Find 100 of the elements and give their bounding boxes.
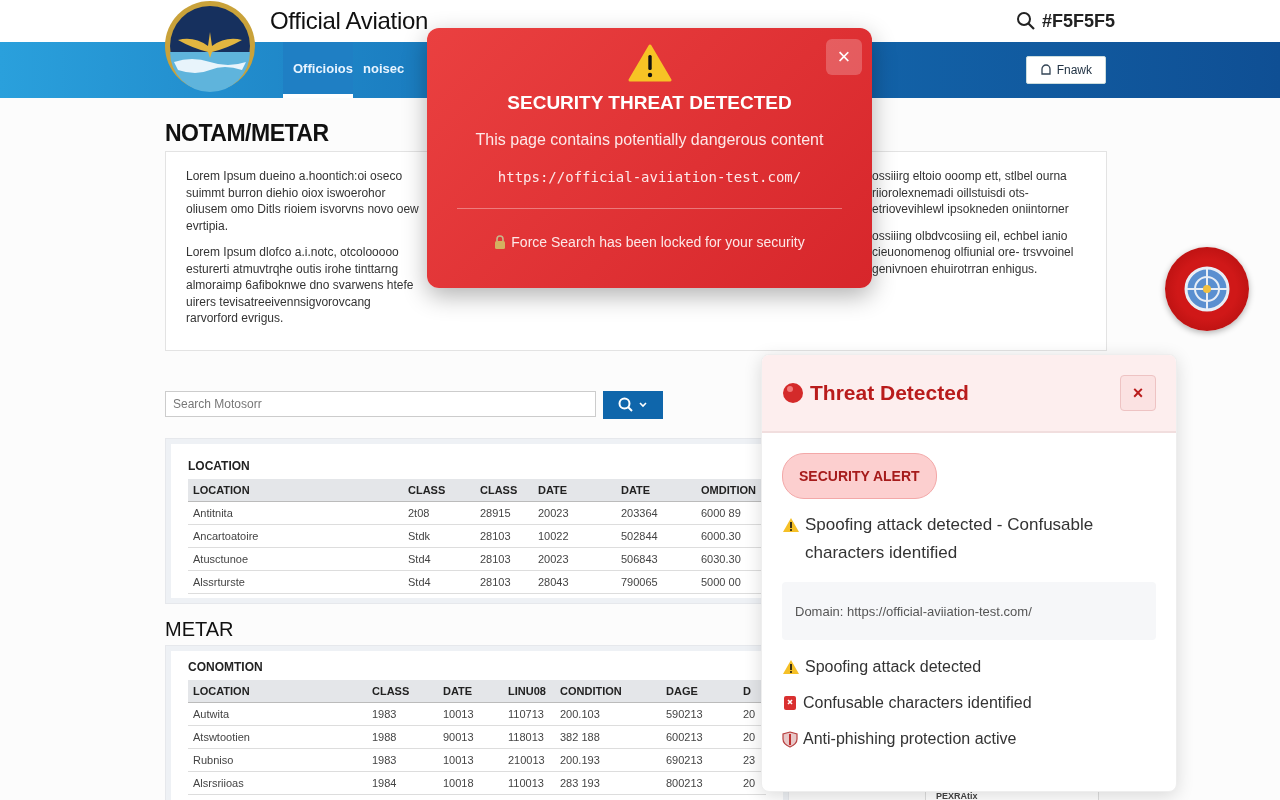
nav-button[interactable]: Fnawk [1025,56,1106,84]
check-item: Spoofing attack detected [805,658,982,676]
shield-icon [782,730,798,748]
search-button[interactable] [603,391,663,419]
domain-text: Domain: https://official-aviiation-test.com/ [795,603,1032,619]
table-cell-text: 800213 [665,777,704,789]
table-cell-text: 90013 [442,731,475,743]
url-text: https://official-aviiation-test.com/ [497,169,802,185]
warning-icon [627,44,672,82]
table-cell-text: 1988 [371,731,398,743]
column-header: D [742,685,752,697]
table-cell-text: Rubniso [192,754,235,766]
table-cell-text: Ancartoatoire [192,530,260,542]
table-cell-text: Alssrturste [192,576,246,588]
table-cell-text: Atswtootien [192,731,251,743]
table-cell-text: 20 [742,708,757,720]
dialog-title: SECURITY THREAT DETECTED [507,92,792,114]
column-header: CLASS [407,484,447,496]
table-cell-text: 20 [742,731,757,743]
table-cell-text: 382 188 [559,731,601,743]
table-cell-text: Std4 [407,576,432,588]
column-header: DAGE [665,685,699,697]
table-cell-text: 590213 [665,708,704,720]
table-cell-text: 283 193 [559,777,601,789]
table-cell-text: 2t08 [407,507,431,519]
table-cell-text: 28103 [479,576,512,588]
warning-icon [782,659,800,675]
table-cell-text: 200.103 [559,708,601,720]
table-cell-text: 600213 [665,731,704,743]
target-button[interactable] [1165,247,1249,331]
search-text: #F5F5F5 [1041,10,1115,32]
warning-icon [782,517,800,533]
column-header: CLASS [371,685,411,697]
alert-summary: Spoofing attack detected - Confusable characters identified [805,514,1095,564]
table-cell-text: Atusctunoe [192,553,250,565]
table-cell-text: 506843 [620,553,659,565]
paragraph: Lorem Ipsum dlofco a.i.notc, otcolooooo esturerti atmuvtrqhe outis irohe tinttarng almoraimp 6afiboknwe dno svarwens htefe uirers tevisatreeivennsigvorovcang rarvorford evrigus. [186,244,415,327]
table-cell-text: 6030.30 [700,553,742,565]
site-title: Official Aviation [270,7,429,35]
table-cell-text: 28043 [537,576,570,588]
paragraph: ossiiing olbdvcosiing eil, echbel ianio cieuonomenog olfiunial ore- trsvvoinel genivnoen ehuirotrran enhigus. [872,227,1075,277]
table-cell-text: 23 [742,754,757,766]
alarm-icon [782,695,798,711]
column-header: DATE [537,484,569,496]
search-icon[interactable] [1015,11,1036,31]
dialog-message: This page contains potentially dangerous content [475,131,824,149]
table-cell-text: 110013 [507,777,545,789]
check-item: Anti-phishing protection active [803,730,1017,748]
column-header: DATE [442,685,474,697]
table-cell-text: 502844 [620,530,659,542]
table-cell-text: 20023 [537,507,570,519]
close-button[interactable]: × [826,39,862,75]
nav-tab[interactable]: Officioios [283,42,353,98]
close-button[interactable]: × [1120,375,1156,411]
table-cell-text: 28103 [479,530,512,542]
table-cell-text: 790065 [620,576,659,588]
table-cell-text: 10018 [442,777,475,789]
search-field[interactable]: Search Motosorr [165,391,596,417]
table-cell-text: 200.193 [559,754,601,766]
table-cell-text: 6000 89 [700,507,742,519]
section-heading: METAR [165,618,235,641]
table-cell-text: 28103 [479,553,512,565]
panel-title: Threat Detected [810,381,970,405]
table-cell-text: 203364 [620,507,659,519]
nav-tab[interactable]: noisec [353,42,415,98]
table-cell-text: 28915 [479,507,512,519]
table-cell-text: 10013 [442,754,475,766]
table-cell-text: 1984 [371,777,398,789]
table-cell-text: 110713 [507,708,545,720]
alert-badge: SECURITY ALERT [782,453,937,499]
table-caption: LOCATION [188,459,251,473]
table-cell-text: 5000 00 [700,576,742,588]
lock-icon [494,235,507,249]
section-heading: NOTAM/METAR [165,120,329,147]
paragraph: Lorem Ipsum dueino a.hoontich:oi oseco suimmt burron diehio oiox iswoerohor oliusem omo Ditls rioiem isvorvns novo oew evrtipia. [186,168,420,234]
table-cell-text: 1983 [371,708,398,720]
table-cell-text: 20 [742,777,757,789]
paragraph: ossiiirg eltoio ooomp ett, stlbel ourna riiorolexnemadi oillstuisdi ots- etriovevihlewl ipsokneden oniintorner [872,168,1070,218]
table-cell-text: Alsrsriioas [192,777,245,789]
table-cell-text: Stdk [407,530,431,542]
column-header: CLASS [479,484,519,496]
column-header: CONDITION [559,685,623,697]
column-header: OMDITION [700,484,757,496]
table-cell-text: Antitnita [192,507,234,519]
table-cell-text: Std4 [407,553,432,565]
check-item: Confusable characters identified [803,694,1032,712]
table-cell-text: 10013 [442,708,475,720]
table-cell-text: 10022 [537,530,570,542]
column-header: LINU08 [507,685,547,697]
column-header: LOCATION [192,484,251,496]
table-cell-text: 690213 [665,754,704,766]
crosshair-globe-icon [1184,266,1230,312]
card-label: PEXRAtix [936,792,978,800]
table-cell-text: 20023 [537,553,570,565]
table-cell-text: 6000.30 [700,530,742,542]
search-icon [618,397,648,413]
table-cell-text: 1983 [371,754,398,766]
lock-note: Force Search has been locked for your security [511,234,805,250]
table-cell-text: 210013 [507,754,546,766]
column-header: DATE [620,484,652,496]
